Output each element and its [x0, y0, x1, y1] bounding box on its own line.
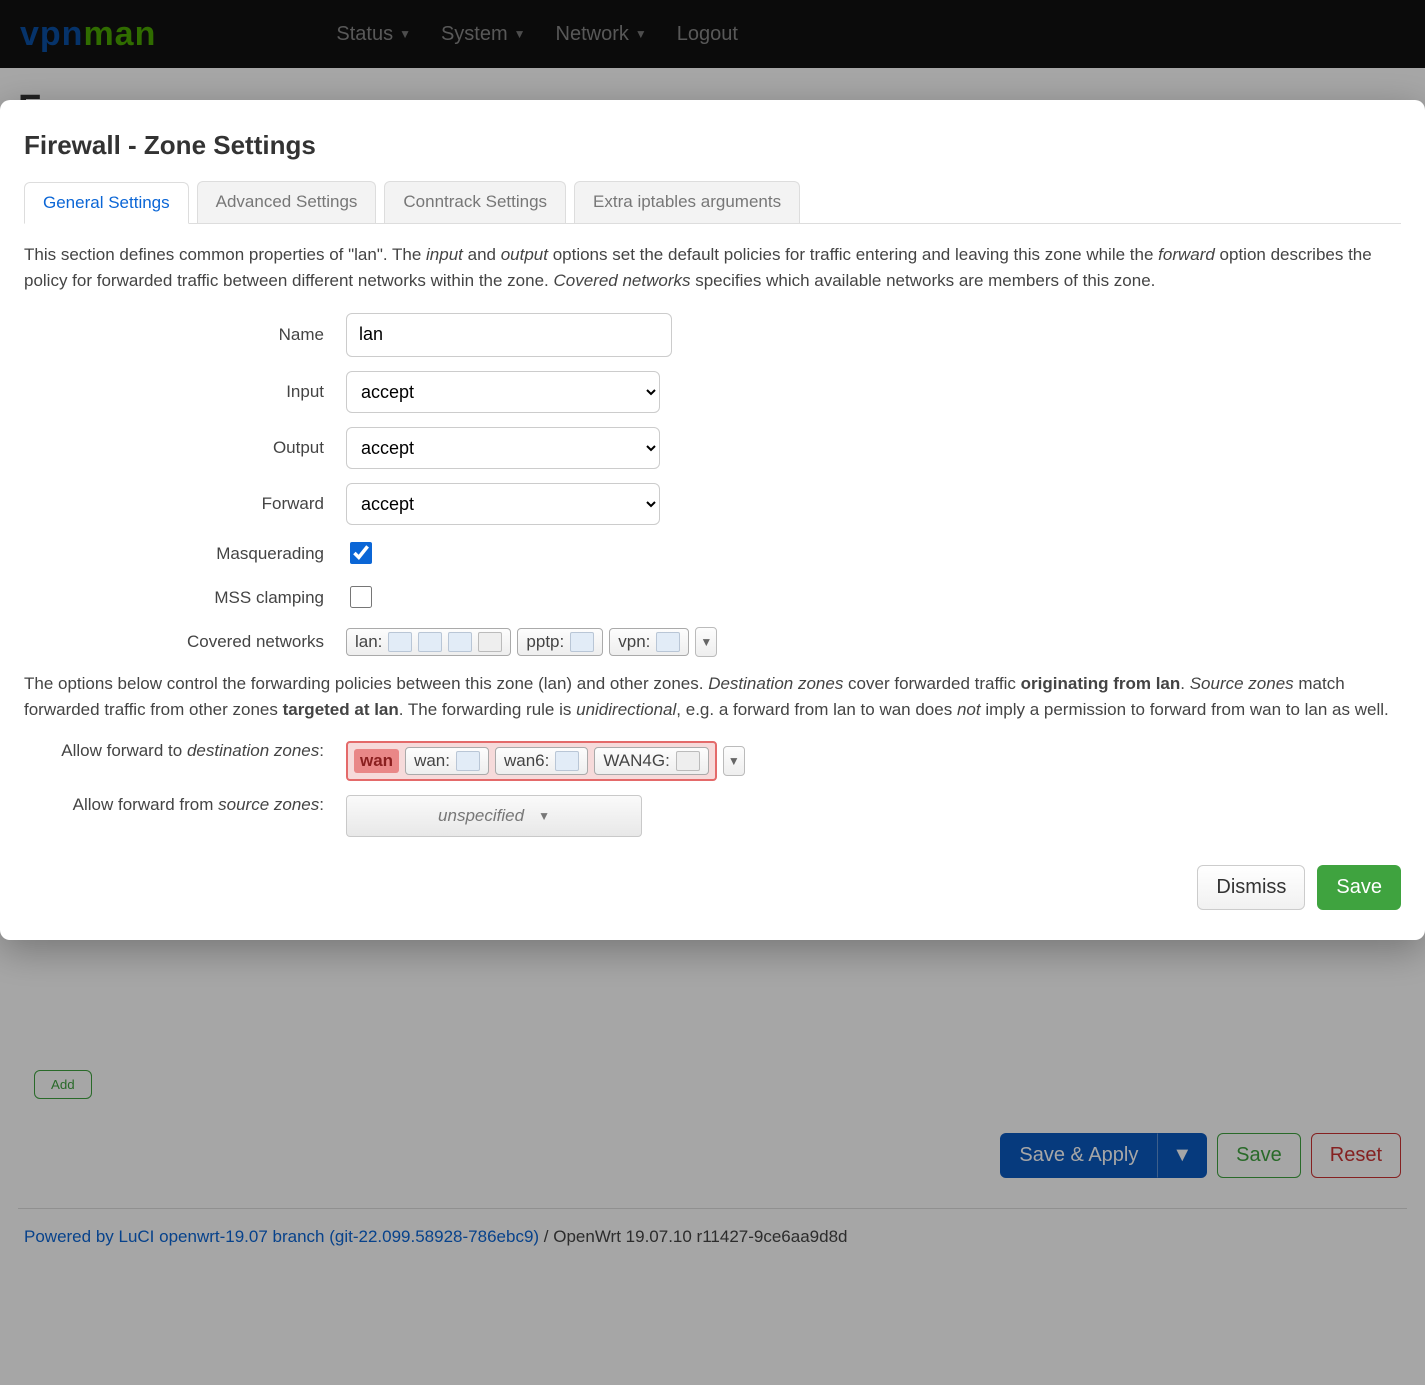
label-src-zones: Allow forward from source zones:	[24, 795, 346, 815]
modal-tabs: General Settings Advanced Settings Connt…	[24, 181, 1401, 224]
tab-advanced[interactable]: Advanced Settings	[197, 181, 377, 223]
tab-conntrack[interactable]: Conntrack Settings	[384, 181, 566, 223]
dest-zones: wan wan: wan6: WAN4G: ▼	[346, 741, 745, 781]
row-dest-zones: Allow forward to destination zones: wan …	[24, 741, 1401, 781]
network-tag-lan[interactable]: lan:	[346, 628, 511, 656]
tab-extra[interactable]: Extra iptables arguments	[574, 181, 800, 223]
iface-wan6: wan6:	[495, 747, 588, 775]
label-masq: Masquerading	[24, 544, 346, 564]
iface-wan4g: WAN4G:	[594, 747, 708, 775]
src-zones-select[interactable]: unspecified▼	[346, 795, 642, 837]
iface-wan: wan:	[405, 747, 489, 775]
masquerading-checkbox[interactable]	[350, 542, 372, 564]
row-output: Output accept	[24, 427, 1401, 469]
row-mss: MSS clamping	[24, 583, 1401, 613]
input-select[interactable]: accept	[346, 371, 660, 413]
network-icon	[418, 632, 442, 652]
dest-zones-dropdown[interactable]: ▼	[723, 746, 745, 776]
network-icon	[555, 751, 579, 771]
modal-title: Firewall - Zone Settings	[24, 130, 1401, 161]
name-input[interactable]	[346, 313, 672, 357]
label-forward: Forward	[24, 494, 346, 514]
network-icon	[388, 632, 412, 652]
zone-settings-modal: Firewall - Zone Settings General Setting…	[0, 100, 1425, 940]
row-src-zones: Allow forward from source zones: unspeci…	[24, 795, 1401, 837]
forward-select[interactable]: accept	[346, 483, 660, 525]
network-icon	[456, 751, 480, 771]
mss-checkbox[interactable]	[350, 586, 372, 608]
label-mss: MSS clamping	[24, 588, 346, 608]
row-name: Name	[24, 313, 1401, 357]
row-masq: Masquerading	[24, 539, 1401, 569]
dest-zone-wan[interactable]: wan wan: wan6: WAN4G:	[346, 741, 717, 781]
row-input: Input accept	[24, 371, 1401, 413]
modal-actions: Dismiss Save	[24, 865, 1401, 910]
network-tag-vpn[interactable]: vpn:	[609, 628, 689, 656]
network-icon	[478, 632, 502, 652]
section-description: This section defines common properties o…	[24, 242, 1401, 295]
tab-general[interactable]: General Settings	[24, 182, 189, 224]
covered-networks: lan: pptp: vpn: ▼	[346, 627, 717, 657]
label-input: Input	[24, 382, 346, 402]
network-icon	[656, 632, 680, 652]
modal-save-button[interactable]: Save	[1317, 865, 1401, 910]
forwarding-description: The options below control the forwarding…	[24, 671, 1401, 724]
network-icon	[570, 632, 594, 652]
label-covered: Covered networks	[24, 632, 346, 652]
network-tag-pptp[interactable]: pptp:	[517, 628, 603, 656]
modal-overlay: Firewall - Zone Settings General Setting…	[0, 0, 1425, 1385]
covered-dropdown[interactable]: ▼	[695, 627, 717, 657]
zone-badge-wan: wan	[354, 749, 399, 773]
row-forward: Forward accept	[24, 483, 1401, 525]
network-icon	[448, 632, 472, 652]
label-name: Name	[24, 325, 346, 345]
dismiss-button[interactable]: Dismiss	[1197, 865, 1305, 910]
label-output: Output	[24, 438, 346, 458]
row-covered: Covered networks lan: pptp: vpn: ▼	[24, 627, 1401, 657]
label-dest-zones: Allow forward to destination zones:	[24, 741, 346, 761]
src-zones[interactable]: unspecified▼	[346, 795, 642, 837]
caret-down-icon: ▼	[538, 809, 550, 823]
network-icon	[676, 751, 700, 771]
output-select[interactable]: accept	[346, 427, 660, 469]
